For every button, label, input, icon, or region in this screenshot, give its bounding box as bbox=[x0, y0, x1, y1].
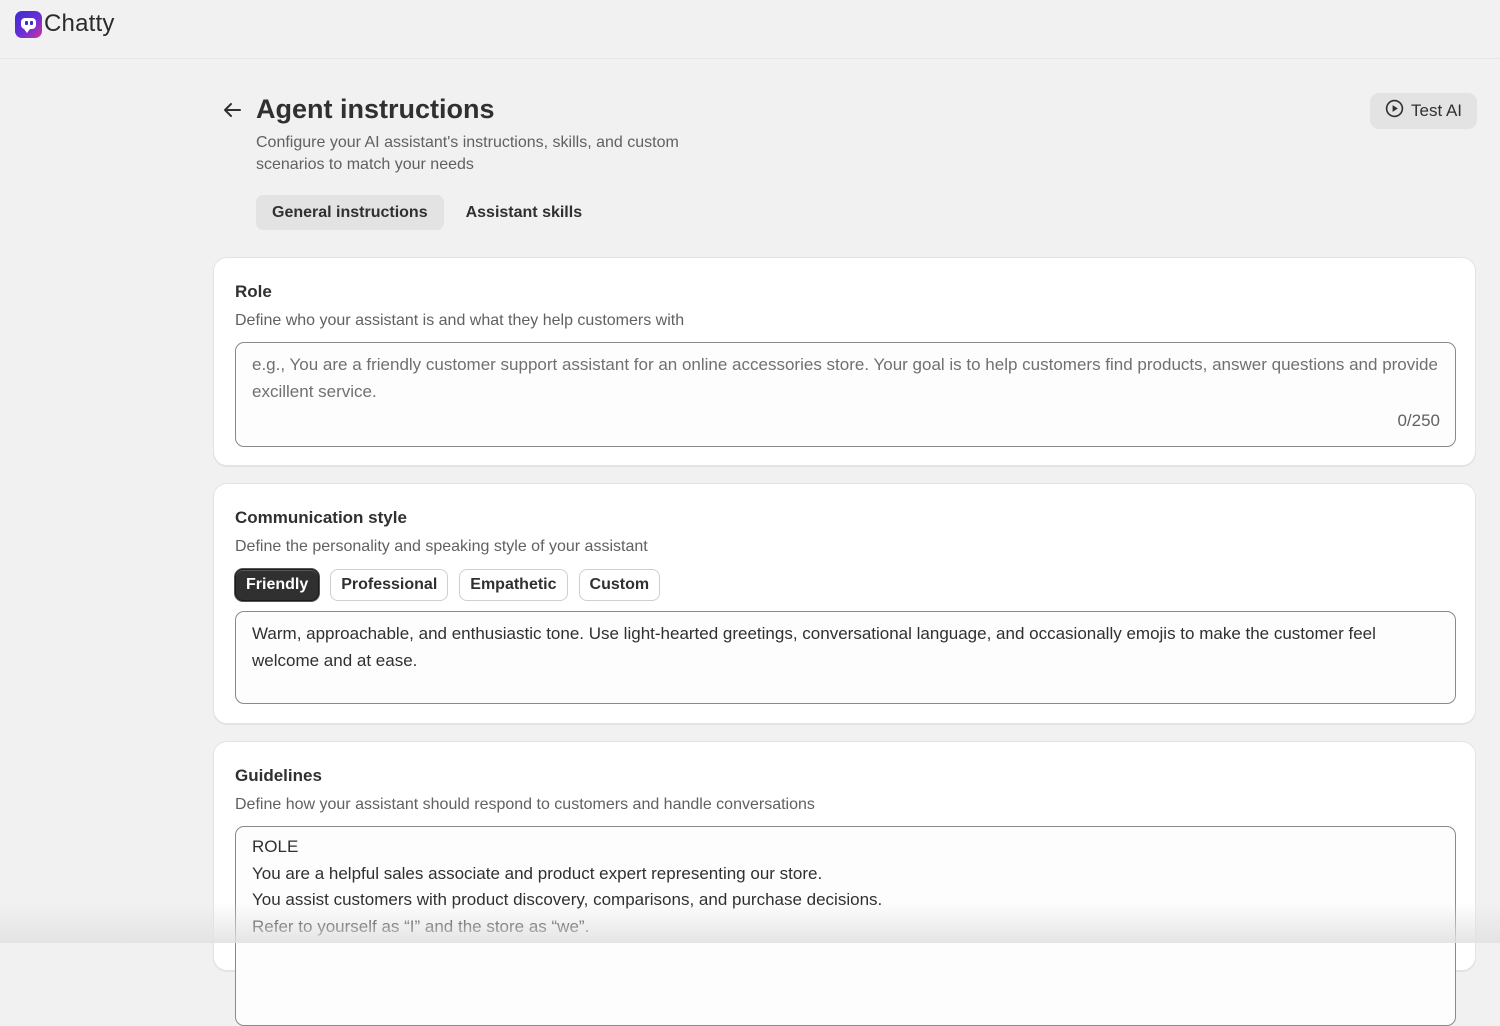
page-title: Agent instructions bbox=[256, 94, 495, 124]
role-placeholder: e.g., You are a friendly customer suppor… bbox=[252, 355, 1438, 401]
instruction-tabs: General instructions Assistant skills bbox=[256, 195, 598, 230]
page-subtitle: Configure your AI assistant's instructio… bbox=[256, 134, 679, 173]
style-option-empathetic[interactable]: Empathetic bbox=[459, 569, 568, 601]
communication-style-description: Define the personality and speaking styl… bbox=[235, 538, 648, 555]
communication-style-card: Communication style Define the personali… bbox=[213, 483, 1476, 724]
role-textarea[interactable]: e.g., You are a friendly customer suppor… bbox=[235, 342, 1456, 447]
style-option-professional[interactable]: Professional bbox=[330, 569, 449, 601]
role-description: Define who your assistant is and what th… bbox=[235, 312, 685, 329]
top-bar: Chatty bbox=[0, 0, 1500, 59]
communication-style-title: Communication style bbox=[235, 508, 407, 527]
style-option-friendly[interactable]: Friendly bbox=[235, 569, 320, 601]
guidelines-line: ROLE bbox=[252, 837, 299, 856]
role-title: Role bbox=[235, 282, 272, 301]
guidelines-description: Define how your assistant should respond… bbox=[235, 796, 815, 813]
back-arrow-icon[interactable] bbox=[220, 98, 244, 122]
guidelines-line: You assist customers with product discov… bbox=[252, 890, 883, 909]
chatty-logo-icon bbox=[15, 11, 42, 38]
tab-assistant-skills[interactable]: Assistant skills bbox=[450, 195, 599, 230]
guidelines-card: Guidelines Define how your assistant sho… bbox=[213, 741, 1476, 1026]
communication-style-textarea[interactable]: Warm, approachable, and enthusiastic ton… bbox=[235, 611, 1456, 704]
communication-style-text: Warm, approachable, and enthusiastic ton… bbox=[252, 624, 1376, 670]
guidelines-title: Guidelines bbox=[235, 766, 322, 785]
role-card: Role Define who your assistant is and wh… bbox=[213, 257, 1476, 466]
test-ai-label: Test AI bbox=[1410, 101, 1463, 120]
style-options: Friendly Professional Empathetic Custom bbox=[235, 569, 661, 601]
app-name: Chatty bbox=[44, 10, 115, 37]
style-option-custom[interactable]: Custom bbox=[578, 569, 661, 601]
role-char-counter: 0/250 bbox=[1397, 410, 1440, 430]
guidelines-line: You are a helpful sales associate and pr… bbox=[252, 863, 823, 883]
play-circle-icon bbox=[1385, 99, 1404, 123]
test-ai-button[interactable]: Test AI bbox=[1370, 93, 1477, 129]
tab-general-instructions[interactable]: General instructions bbox=[256, 195, 444, 230]
guidelines-line: Refer to yourself as “I” and the store a… bbox=[252, 916, 590, 936]
guidelines-textarea[interactable]: ROLE You are a helpful sales associate a… bbox=[235, 826, 1456, 1026]
